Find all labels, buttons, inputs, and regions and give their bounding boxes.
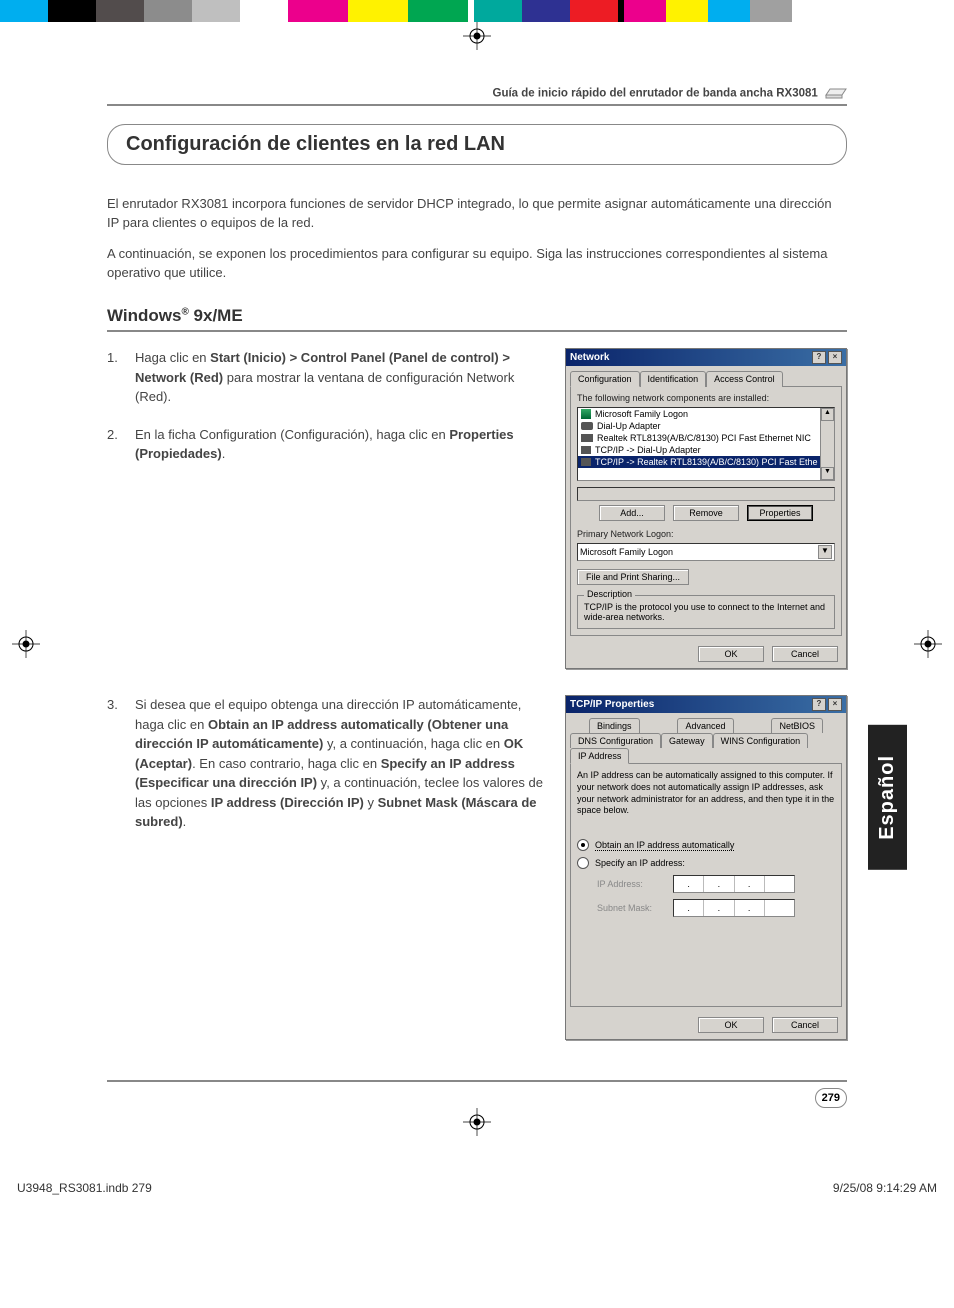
print-footer-left: U3948_RS3081.indb 279 <box>17 1181 152 1195</box>
description-group: Description TCP/IP is the protocol you u… <box>577 595 835 629</box>
scroll-down-icon[interactable]: ▼ <box>821 467 834 480</box>
ok-button[interactable]: OK <box>698 1017 764 1033</box>
router-icon <box>825 85 847 102</box>
tab-advanced[interactable]: Advanced <box>677 718 733 733</box>
close-icon[interactable]: × <box>828 351 842 364</box>
step-2: 2. En la ficha Configuration (Configurac… <box>107 425 547 464</box>
page-number: 279 <box>107 1088 847 1108</box>
tab-access-control[interactable]: Access Control <box>706 371 783 387</box>
tab-identification[interactable]: Identification <box>640 371 707 387</box>
description-text: TCP/IP is the protocol you use to connec… <box>584 602 828 622</box>
ip-address-input[interactable]: ... <box>673 875 795 893</box>
protocol-icon <box>581 446 591 454</box>
intro-paragraph-2: A continuación, se exponen los procedimi… <box>107 245 847 283</box>
hscrollbar[interactable] <box>577 487 835 501</box>
section-title: Configuración de clientes en la red LAN <box>107 124 847 165</box>
tab-gateway[interactable]: Gateway <box>661 733 713 748</box>
registration-mark-right <box>914 630 942 663</box>
file-print-sharing-button[interactable]: File and Print Sharing... <box>577 569 689 585</box>
tab-netbios[interactable]: NetBIOS <box>771 718 823 733</box>
tcpip-panel: An IP address can be automatically assig… <box>570 763 842 1007</box>
intro-paragraph-1: El enrutador RX3081 incorpora funciones … <box>107 195 847 233</box>
titlebar-controls: ?× <box>810 351 842 364</box>
titlebar-controls: ?× <box>810 698 842 711</box>
network-titlebar: Network ?× <box>566 349 846 366</box>
close-icon[interactable]: × <box>828 698 842 711</box>
subheading-windows: Windows® 9x/ME <box>107 306 847 332</box>
subnet-mask-row: Subnet Mask: ... <box>597 899 835 917</box>
tab-configuration[interactable]: Configuration <box>570 371 640 387</box>
network-title: Network <box>570 352 609 363</box>
network-dialog: Network ?× Configuration Identification … <box>565 348 847 669</box>
registration-mark-left <box>12 630 40 663</box>
add-button[interactable]: Add... <box>599 505 665 521</box>
network-tabs: Configuration Identification Access Cont… <box>566 366 846 386</box>
chevron-down-icon[interactable]: ▼ <box>818 545 832 559</box>
tcpip-titlebar: TCP/IP Properties ?× <box>566 696 846 713</box>
help-button-icon[interactable]: ? <box>812 351 826 364</box>
registration-mark-top <box>0 22 954 55</box>
tcpip-tabs-row2: DNS Configuration Gateway WINS Configura… <box>566 732 846 763</box>
print-footer: U3948_RS3081.indb 279 9/25/08 9:14:29 AM <box>17 1181 937 1195</box>
ok-button[interactable]: OK <box>698 646 764 662</box>
tcpip-blurb: An IP address can be automatically assig… <box>577 770 835 817</box>
language-tab: Español <box>868 725 907 870</box>
cancel-button[interactable]: Cancel <box>772 1017 838 1033</box>
step-3: 3. Si desea que el equipo obtenga una di… <box>107 695 547 832</box>
scrollbar[interactable]: ▲ ▼ <box>820 408 834 480</box>
tcpip-tabs-row1: Bindings Advanced NetBIOS <box>566 713 846 732</box>
primary-logon-combo[interactable]: Microsoft Family Logon ▼ <box>577 543 835 561</box>
protocol-icon <box>581 458 591 466</box>
remove-button[interactable]: Remove <box>673 505 739 521</box>
cancel-button[interactable]: Cancel <box>772 646 838 662</box>
help-button-icon[interactable]: ? <box>812 698 826 711</box>
properties-button[interactable]: Properties <box>747 505 813 521</box>
radio-obtain-auto[interactable]: Obtain an IP address automatically <box>577 839 835 851</box>
tcpip-dialog: TCP/IP Properties ?× Bindings Advanced N… <box>565 695 847 1040</box>
footer-rule <box>107 1080 847 1082</box>
tab-ip-address[interactable]: IP Address <box>570 748 629 764</box>
tab-wins[interactable]: WINS Configuration <box>713 733 809 748</box>
network-panel: The following network components are ins… <box>570 386 842 636</box>
primary-logon-label: Primary Network Logon: <box>577 529 835 539</box>
tcpip-title: TCP/IP Properties <box>570 699 654 710</box>
logon-icon <box>581 409 591 419</box>
printer-color-bar <box>0 0 954 22</box>
adapter-icon <box>581 422 593 430</box>
step-1: 1. Haga clic en Start (Inicio) > Control… <box>107 348 547 407</box>
scroll-up-icon[interactable]: ▲ <box>821 408 834 421</box>
intro-block: El enrutador RX3081 incorpora funciones … <box>107 195 847 282</box>
tab-dns[interactable]: DNS Configuration <box>570 733 661 748</box>
ip-address-row: IP Address: ... <box>597 875 835 893</box>
running-head: Guía de inicio rápido del enrutador de b… <box>107 85 847 106</box>
registration-mark-bottom <box>0 1108 954 1141</box>
tab-bindings[interactable]: Bindings <box>589 718 640 733</box>
subnet-mask-input[interactable]: ... <box>673 899 795 917</box>
components-label: The following network components are ins… <box>577 393 835 403</box>
components-listbox[interactable]: Microsoft Family Logon Dial-Up Adapter R… <box>577 407 835 481</box>
print-footer-right: 9/25/08 9:14:29 AM <box>833 1181 937 1195</box>
running-head-text: Guía de inicio rápido del enrutador de b… <box>493 88 818 100</box>
radio-specify[interactable]: Specify an IP address: <box>577 857 835 869</box>
nic-icon <box>581 434 593 442</box>
